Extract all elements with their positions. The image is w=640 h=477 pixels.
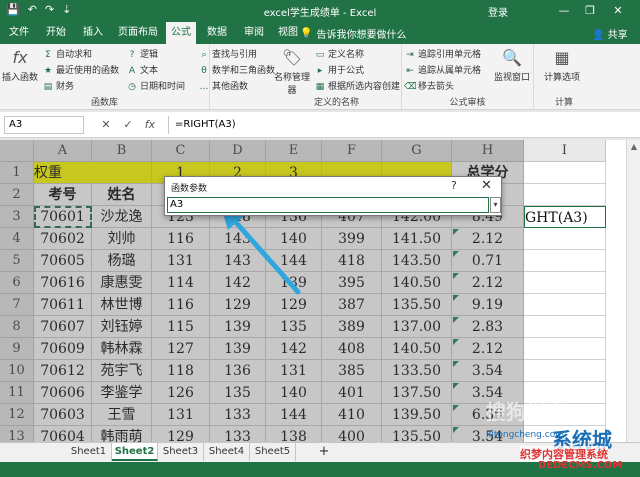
dialog-title: 函数参数 — [171, 184, 208, 194]
annotation-arrow — [220, 204, 301, 295]
expand-dialog-icon[interactable]: ▾ — [490, 197, 501, 213]
function-arguments-dialog: 函数参数 ? ✕ A3 ▾ — [164, 176, 502, 216]
dialog-close-icon[interactable]: ✕ — [481, 178, 492, 193]
argument-input[interactable]: A3 — [167, 197, 489, 213]
help-icon[interactable]: ? — [451, 179, 457, 192]
